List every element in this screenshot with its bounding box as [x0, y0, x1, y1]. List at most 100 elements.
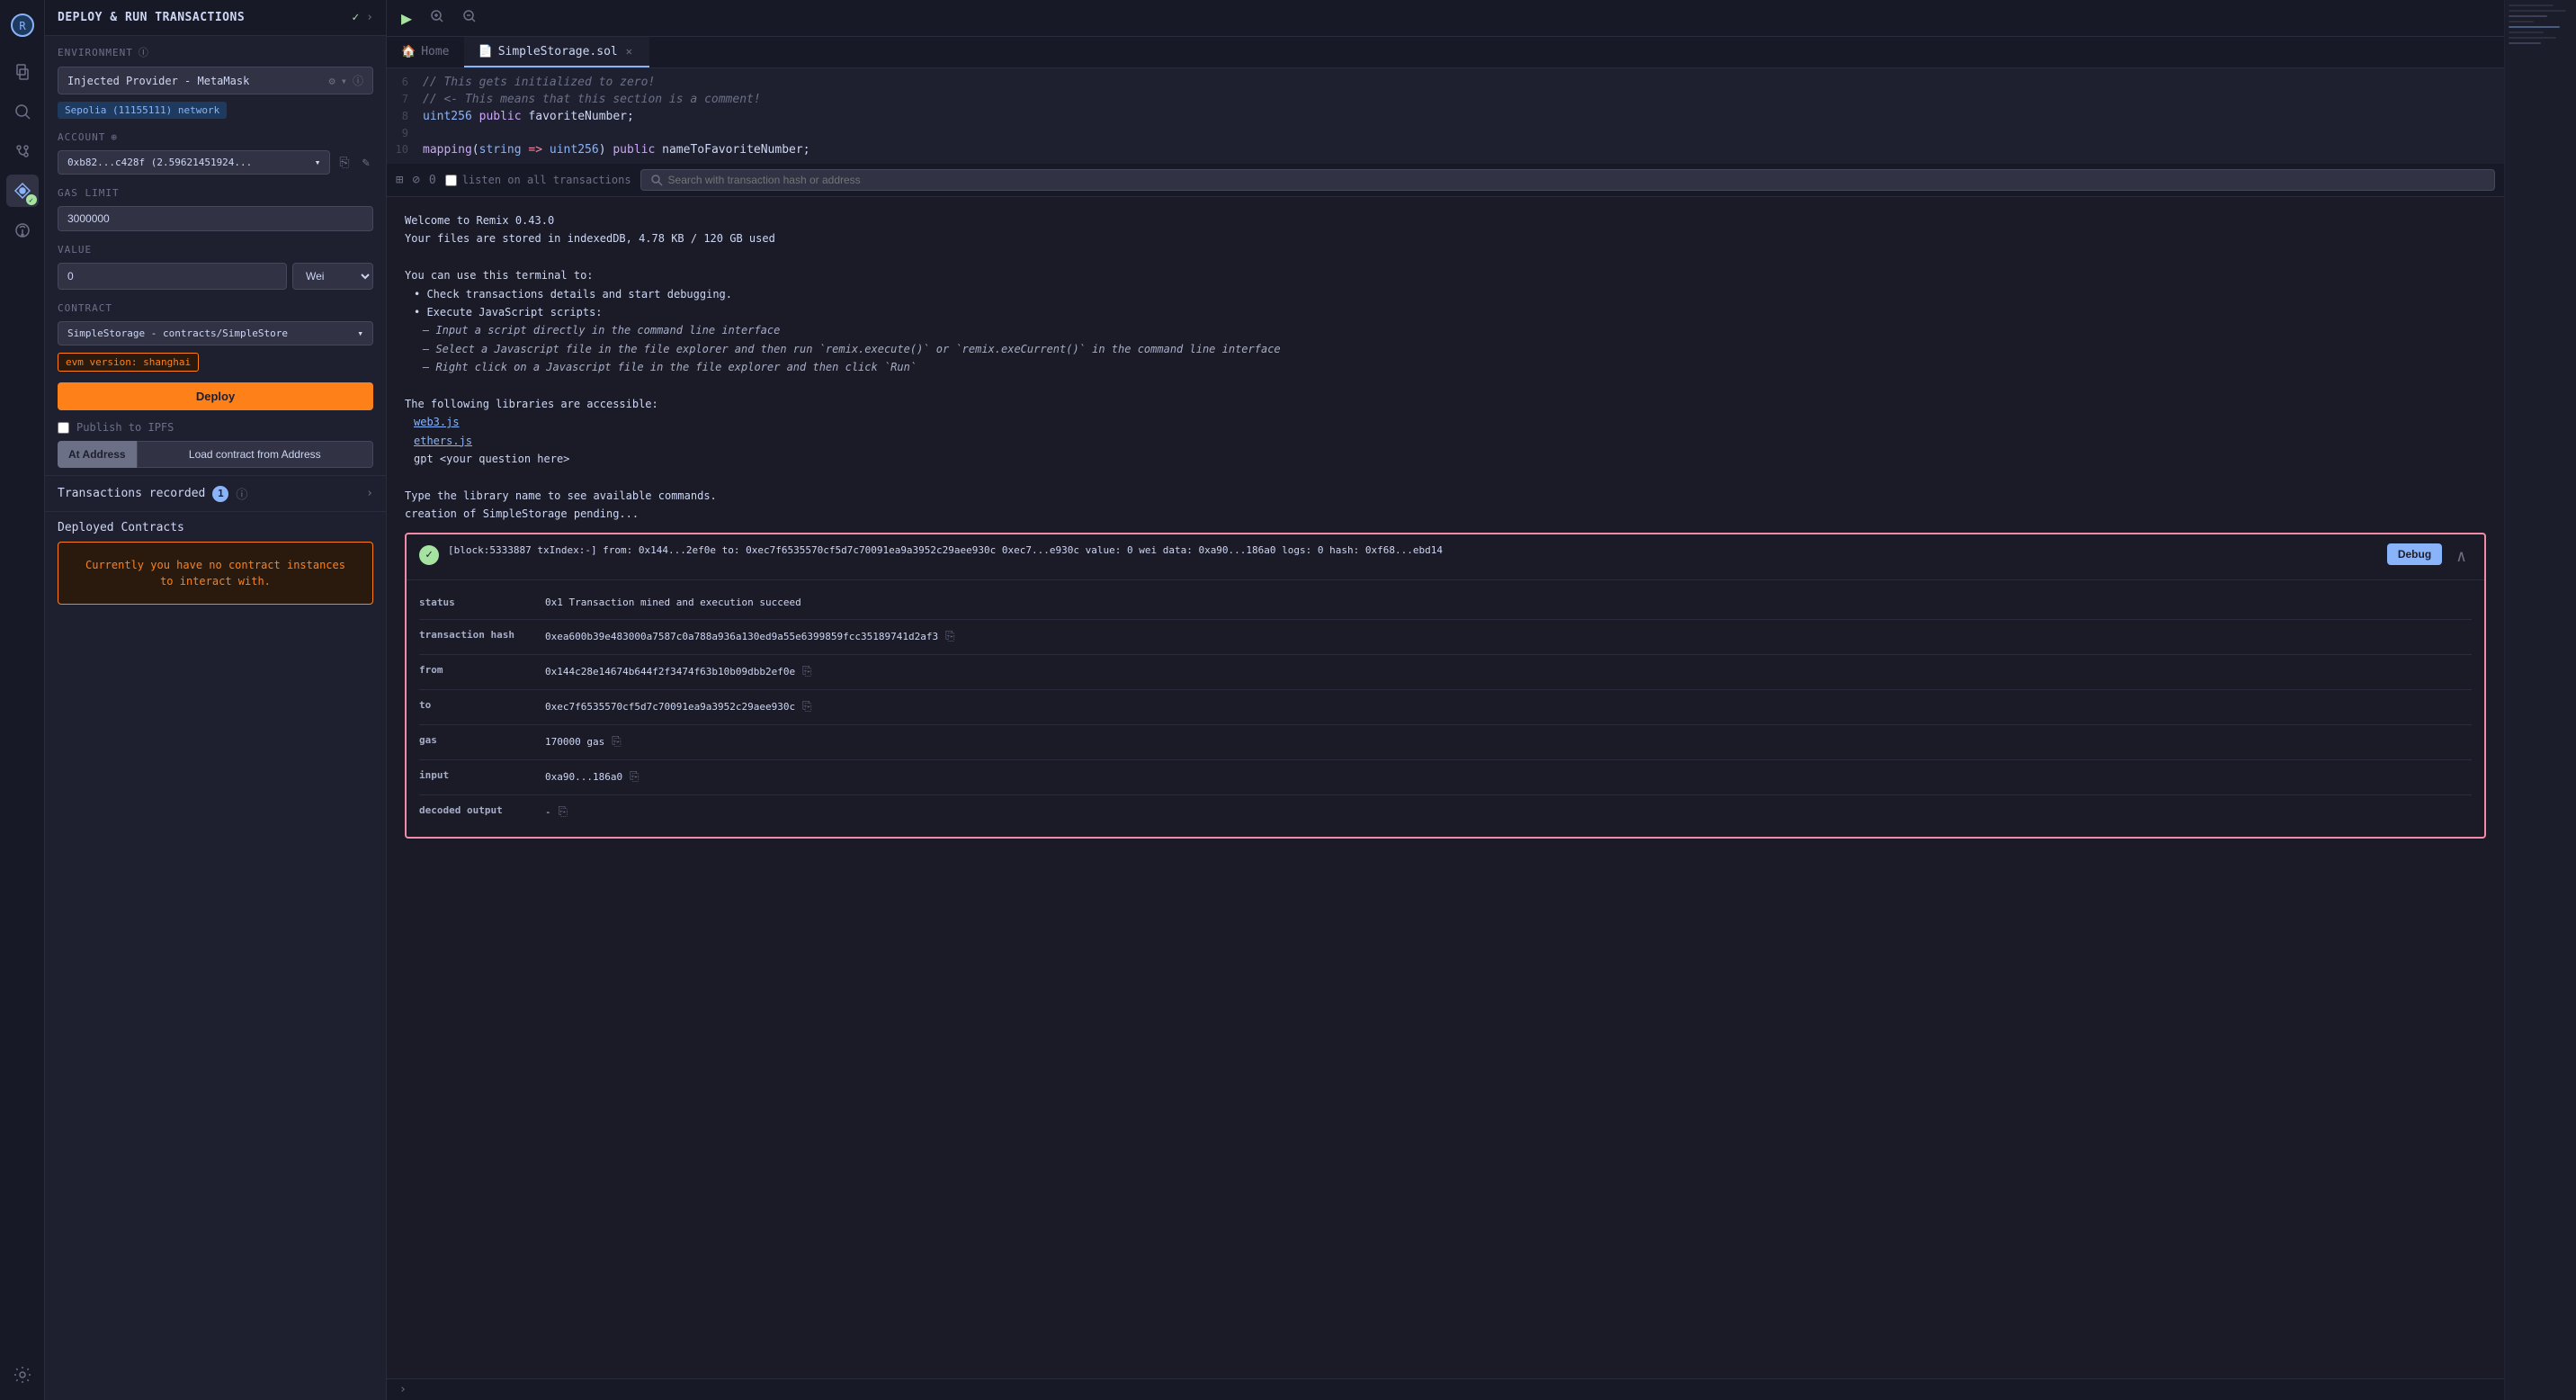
- panel-title: DEPLOY & RUN TRANSACTIONS: [58, 11, 245, 24]
- play-button[interactable]: ▶: [396, 4, 417, 32]
- value-label: VALUE: [45, 235, 386, 259]
- minimap: [2504, 0, 2576, 1400]
- deploy-button[interactable]: Deploy: [58, 382, 373, 410]
- contract-select[interactable]: SimpleStorage - contracts/SimpleStore ▾: [58, 321, 373, 346]
- tx-to-row: to 0xec7f6535570cf5d7c70091ea9a3952c29ae…: [419, 690, 2472, 725]
- transactions-section[interactable]: Transactions recorded 1 ⓘ ›: [58, 485, 373, 502]
- bullet1-text: • Check transactions details and start d…: [414, 285, 2486, 303]
- copy-txhash-icon[interactable]: ⎘: [945, 627, 954, 647]
- copy-to-icon[interactable]: ⎘: [802, 697, 811, 717]
- deployed-contracts-section: Deployed Contracts Currently you have no…: [58, 521, 373, 605]
- listen-label: listen on all transactions: [462, 174, 631, 186]
- search-box[interactable]: [640, 169, 2495, 191]
- type-info-text: Type the library name to see available c…: [405, 487, 2486, 505]
- copy-from-icon[interactable]: ⎘: [802, 662, 811, 682]
- no-contracts-box: Currently you have no contract instances…: [58, 542, 373, 605]
- transactions-info-icon[interactable]: ⓘ: [236, 485, 247, 502]
- code-line-9: 9: [387, 125, 2504, 141]
- value-unit-select[interactable]: Wei Gwei Ether: [292, 263, 373, 290]
- info-icon: ⓘ: [139, 45, 149, 59]
- copy-gas-icon[interactable]: ⎘: [612, 732, 621, 752]
- at-address-row: At Address Load contract from Address: [58, 441, 373, 468]
- zoom-out-button[interactable]: [457, 5, 482, 31]
- dash1-text: – Input a script directly in the command…: [423, 321, 2486, 339]
- input-val: 0xa90...186a0 ⎘: [545, 767, 2472, 787]
- tx-hash-key: transaction hash: [419, 627, 545, 644]
- status-key: status: [419, 595, 545, 612]
- logo-icon[interactable]: R: [6, 9, 39, 41]
- check-icon[interactable]: ✓: [352, 11, 359, 24]
- search-input[interactable]: [668, 174, 2485, 186]
- publish-ipfs-label: Publish to IPFS: [76, 421, 174, 434]
- at-address-button[interactable]: At Address: [58, 441, 137, 468]
- tx-from-row: from 0x144c28e14674b644f2f3474f63b10b09d…: [419, 655, 2472, 690]
- lib1-link[interactable]: web3.js: [414, 413, 2486, 431]
- bottom-expand-icon[interactable]: ›: [399, 1383, 407, 1396]
- transactions-expand-icon[interactable]: ›: [366, 487, 373, 500]
- account-dropdown-icon[interactable]: ▾: [315, 157, 321, 168]
- account-row: 0xb82...c428f (2.59621451924... ▾ ⎘ ✎: [58, 150, 373, 175]
- gas-limit-input[interactable]: [58, 206, 373, 231]
- input-key: input: [419, 767, 545, 785]
- deployed-contracts-title: Deployed Contracts: [58, 521, 373, 534]
- tx-bar-clear-icon[interactable]: ⊘: [412, 173, 419, 187]
- tx-bar-collapse-icon[interactable]: ⊞: [396, 173, 403, 187]
- storage-info-text: Your files are stored in indexedDB, 4.78…: [405, 229, 2486, 247]
- debug-icon[interactable]: [6, 214, 39, 247]
- settings-icon[interactable]: [6, 1359, 39, 1391]
- tx-hash-val: 0xea600b39e483000a7587c0a788a936a130ed9a…: [545, 627, 2472, 647]
- bullet2-text: • Execute JavaScript scripts:: [414, 303, 2486, 321]
- search-sidebar-icon[interactable]: [6, 95, 39, 128]
- account-info-icon[interactable]: ⊕: [111, 131, 118, 143]
- transactions-label: Transactions recorded 1 ⓘ: [58, 485, 247, 502]
- from-key: from: [419, 662, 545, 679]
- value-input[interactable]: [58, 263, 287, 290]
- zoom-in-button[interactable]: [425, 5, 450, 31]
- tx-block-info: [block:5333887 txIndex:-] from: 0x144...…: [448, 544, 1443, 556]
- gas-limit-label: GAS LIMIT: [45, 178, 386, 202]
- load-contract-button[interactable]: Load contract from Address: [137, 441, 373, 468]
- top-toolbar: ▶: [387, 0, 2504, 37]
- env-info-icon[interactable]: ⓘ: [353, 73, 363, 88]
- home-tab-label: Home: [421, 45, 449, 58]
- env-dropdown-icon[interactable]: ▾: [341, 75, 347, 87]
- lib2-link[interactable]: ethers.js: [414, 432, 2486, 450]
- panel-header-icons: ✓ ›: [352, 11, 373, 24]
- decoded-val: - ⎘: [545, 803, 2472, 822]
- main-content: ▶ 🏠 Home 📄 SimpleStorage.sol ✕: [387, 0, 2504, 1400]
- env-settings-icon[interactable]: ⚙: [329, 75, 335, 87]
- welcome-text: Welcome to Remix 0.43.0: [405, 211, 2486, 229]
- creation-text: creation of SimpleStorage pending...: [405, 505, 2486, 523]
- tab-home[interactable]: 🏠 Home: [387, 38, 464, 67]
- environment-select[interactable]: Injected Provider - MetaMask ⚙ ▾ ⓘ: [58, 67, 373, 94]
- copy-decoded-icon[interactable]: ⎘: [559, 803, 568, 822]
- tx-input-row: input 0xa90...186a0 ⎘: [419, 760, 2472, 795]
- contract-dropdown-icon[interactable]: ▾: [357, 328, 363, 339]
- listen-checkbox-row: listen on all transactions: [445, 174, 631, 186]
- debug-button[interactable]: Debug: [2387, 543, 2442, 565]
- search-icon: [650, 174, 663, 186]
- file-tab-icon: 📄: [479, 45, 493, 58]
- collapse-icon[interactable]: ∧: [2451, 543, 2472, 571]
- publish-ipfs-row: Publish to IPFS: [58, 421, 373, 434]
- copy-input-icon[interactable]: ⎘: [630, 767, 639, 787]
- expand-icon[interactable]: ›: [366, 11, 373, 24]
- value-row: Wei Gwei Ether: [58, 263, 373, 290]
- files-icon[interactable]: [6, 56, 39, 88]
- tab-simplestorage[interactable]: 📄 SimpleStorage.sol ✕: [464, 37, 649, 67]
- copy-account-icon[interactable]: ⎘: [335, 152, 353, 174]
- account-label: ACCOUNT ⊕: [45, 122, 386, 147]
- deploy-run-icon[interactable]: ✓: [6, 175, 39, 207]
- publish-ipfs-checkbox[interactable]: [58, 422, 69, 434]
- tx-success-icon: ✓: [419, 545, 439, 565]
- edit-account-icon[interactable]: ✎: [359, 152, 373, 174]
- git-icon[interactable]: [6, 135, 39, 167]
- account-select[interactable]: 0xb82...c428f (2.59621451924... ▾: [58, 150, 330, 175]
- tx-result-box: ✓ [block:5333887 txIndex:-] from: 0x144.…: [405, 533, 2486, 839]
- tx-hash-row: transaction hash 0xea600b39e483000a7587c…: [419, 620, 2472, 655]
- transaction-count-badge: 1: [212, 486, 228, 502]
- evm-badge: evm version: shanghai: [58, 353, 199, 372]
- tab-close-icon[interactable]: ✕: [623, 44, 635, 58]
- panel-scroll-area: ENVIRONMENT ⓘ Injected Provider - MetaMa…: [45, 36, 386, 1400]
- listen-checkbox[interactable]: [445, 175, 457, 186]
